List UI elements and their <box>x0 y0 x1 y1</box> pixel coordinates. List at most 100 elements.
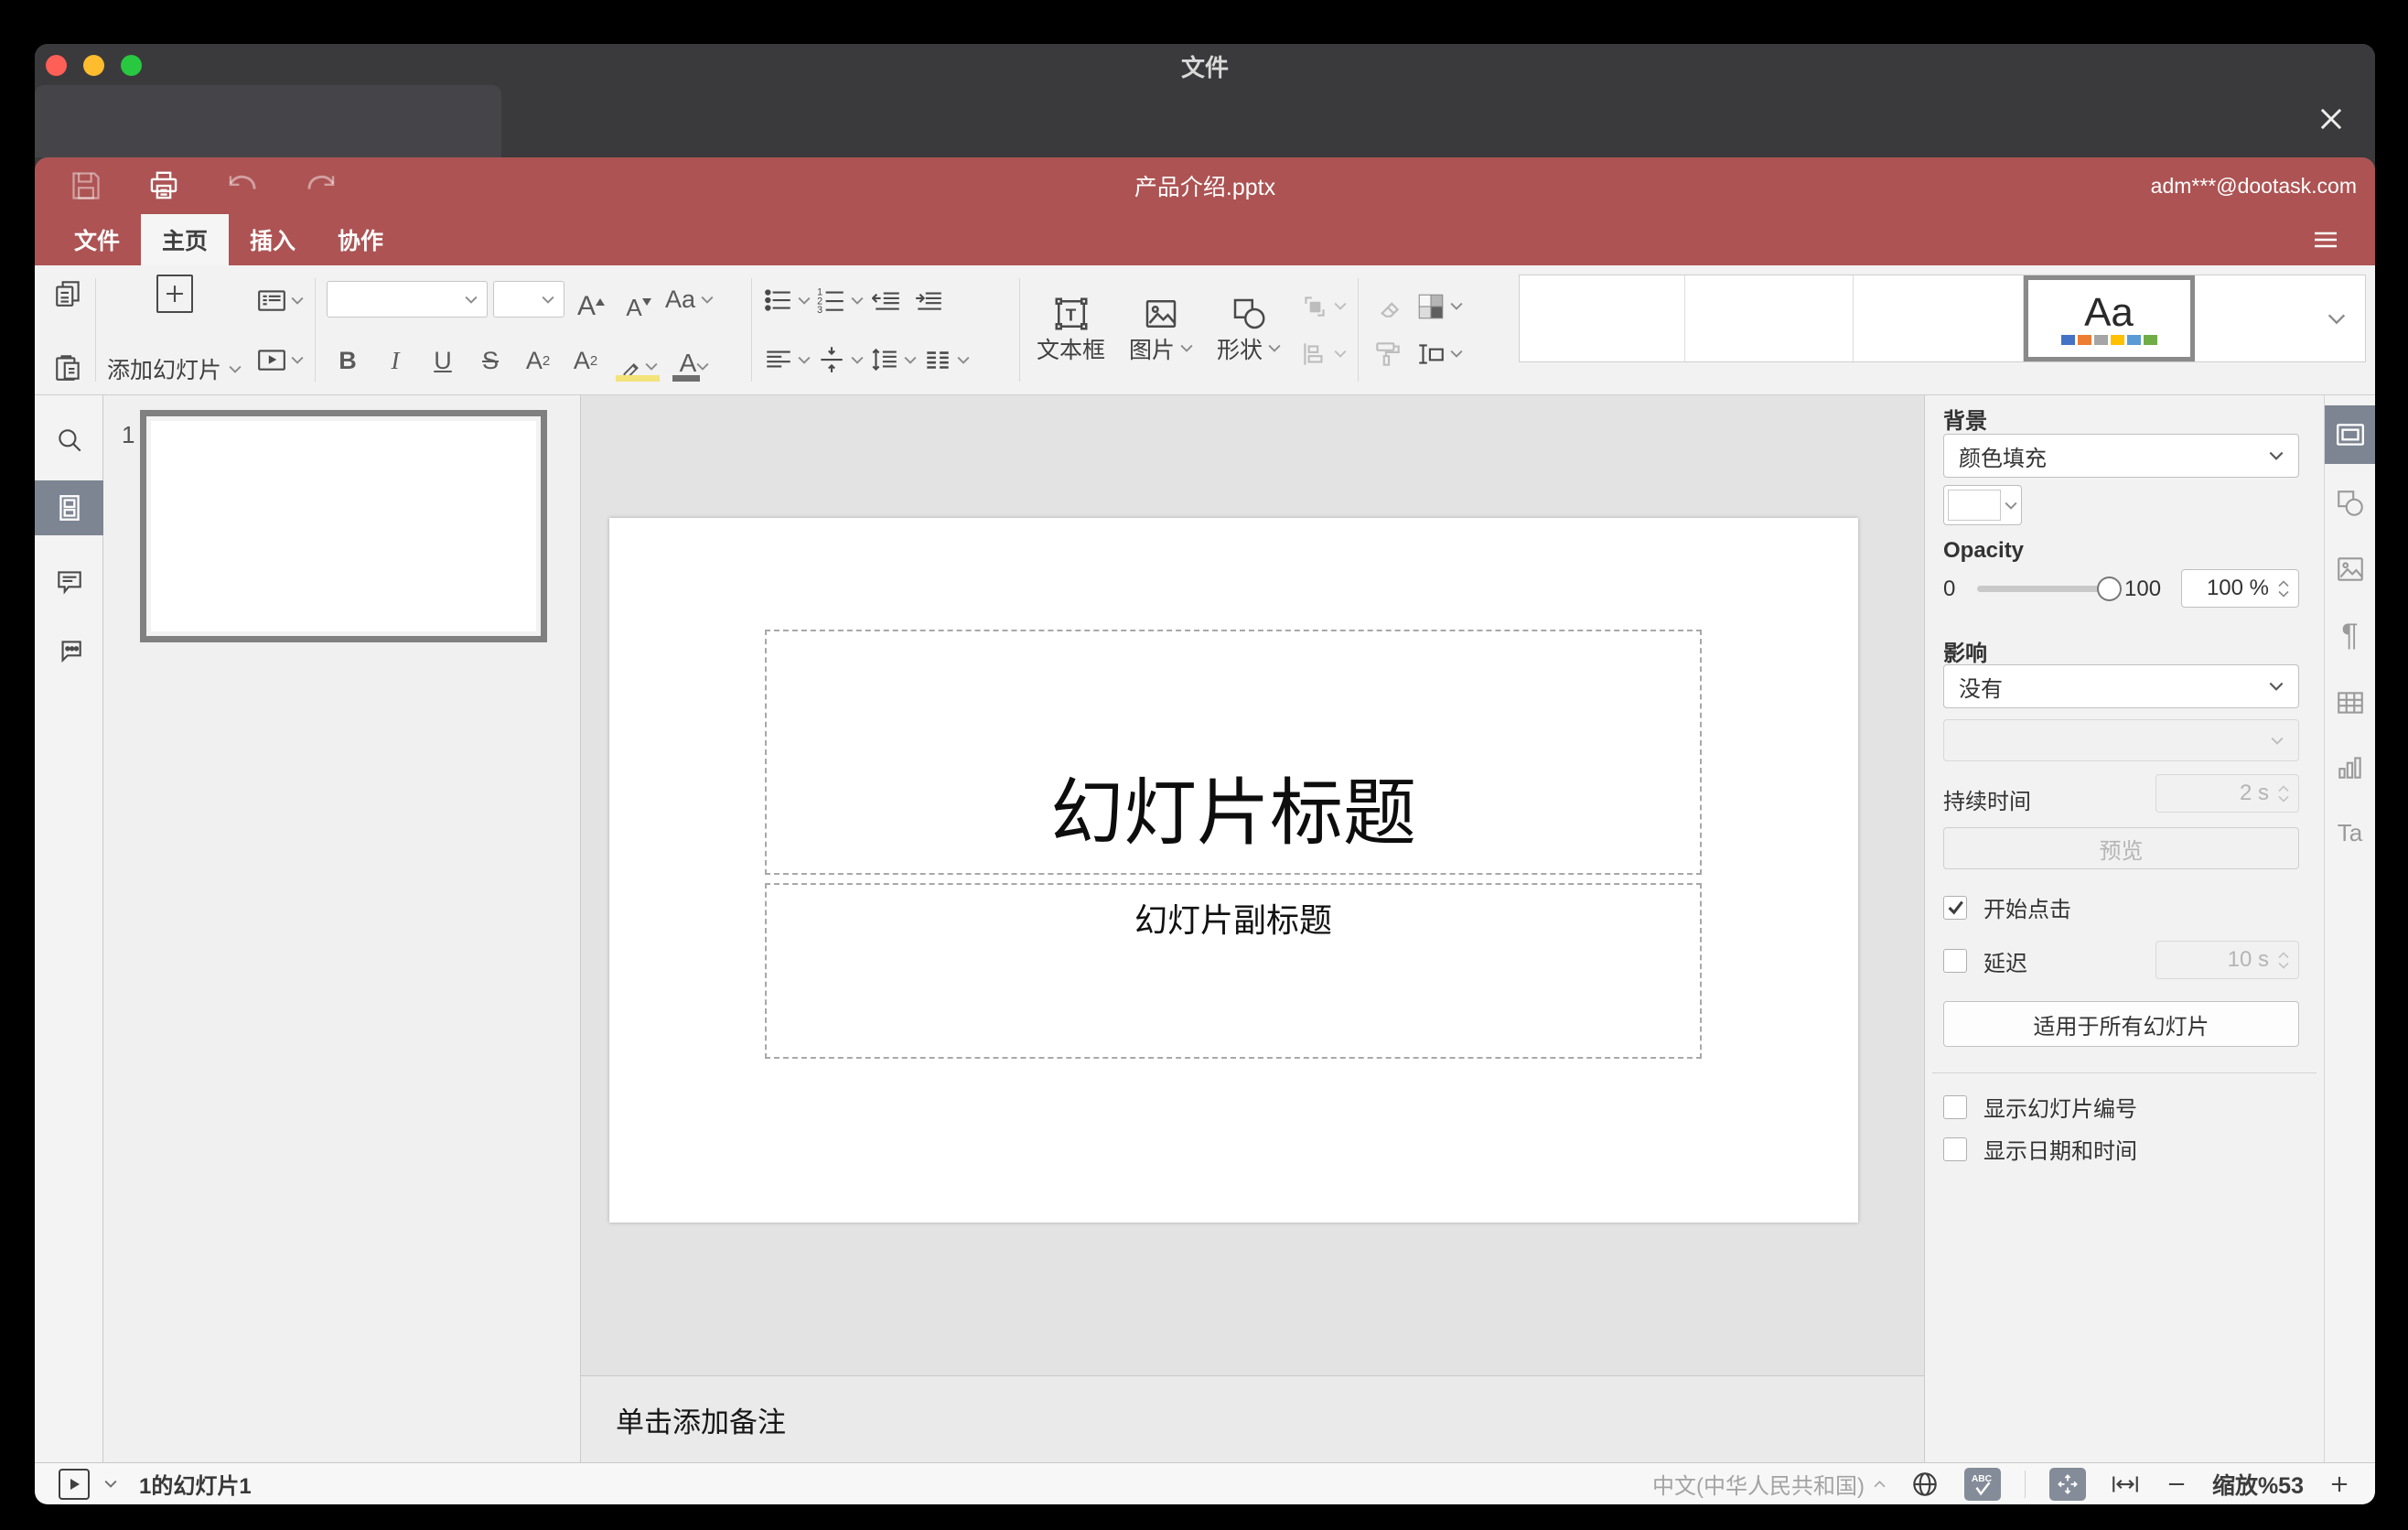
tab-insert[interactable]: 插入 <box>229 214 317 265</box>
ribbon-toolbar: 添加幻灯片 A A Aa B I U S A 2 A 2 A 1 2 3 T 文… <box>35 265 2375 395</box>
font-name-select[interactable] <box>327 281 489 318</box>
comments-icon[interactable] <box>35 566 103 598</box>
close-editor-icon[interactable] <box>2313 101 2349 137</box>
tab-file[interactable]: 文件 <box>53 214 141 265</box>
paragraph-settings-icon[interactable]: ¶ <box>2325 617 2375 653</box>
language-selector[interactable]: 中文(中华人民共和国) <box>1652 1468 1886 1500</box>
change-case-button[interactable]: Aa <box>665 276 714 322</box>
hamburger-menu-icon[interactable] <box>2311 225 2340 254</box>
subtitle-placeholder[interactable]: 幻灯片副标题 <box>765 883 1702 1059</box>
increase-font-size-button[interactable]: A <box>570 276 612 322</box>
tab-collaboration[interactable]: 协作 <box>317 214 404 265</box>
theme-option[interactable] <box>2195 275 2307 361</box>
slide-layout-button[interactable] <box>256 276 304 324</box>
bullet-list-button[interactable] <box>763 276 811 324</box>
svg-text:3: 3 <box>817 305 822 316</box>
arrange-shape-button[interactable] <box>1299 283 1347 330</box>
start-slideshow-button[interactable] <box>256 336 304 383</box>
opacity-slider-knob[interactable] <box>2097 576 2122 601</box>
vertical-align-button[interactable] <box>816 336 864 383</box>
duration-label: 持续时间 <box>1943 790 2031 814</box>
slide-settings-panel: 背景 颜色填充 Opacity 0 100 100 % 影响 没有 持续时间 2… <box>1924 395 2324 1462</box>
theme-option-selected[interactable]: Aa <box>2024 275 2195 361</box>
show-slide-number-checkbox[interactable] <box>1943 1094 1967 1119</box>
slides-icon <box>35 480 103 535</box>
chat-icon[interactable] <box>35 635 103 668</box>
fit-to-slide-icon[interactable] <box>2048 1467 2086 1501</box>
italic-button[interactable]: I <box>374 338 416 383</box>
add-slide-button[interactable]: 添加幻灯片 <box>107 273 242 387</box>
color-scheme-button[interactable] <box>1415 283 1463 330</box>
numbered-list-button[interactable]: 123 <box>816 276 864 324</box>
background-fill-select[interactable]: 颜色填充 <box>1943 434 2299 478</box>
font-color-button[interactable]: A <box>669 338 720 383</box>
align-shape-button[interactable] <box>1299 330 1347 378</box>
plus-icon[interactable] <box>156 275 193 313</box>
chart-settings-icon[interactable] <box>2325 749 2375 785</box>
decrease-font-size-button[interactable]: A <box>618 276 660 322</box>
slide-count-status: 1的幻灯片1 <box>139 1474 252 1499</box>
theme-option[interactable] <box>1854 275 2024 361</box>
zoom-in-icon[interactable] <box>2327 1472 2351 1496</box>
insert-shape-button[interactable]: 形状 <box>1211 294 1286 367</box>
theme-gallery: Aa <box>1519 275 2366 362</box>
start-on-click-label: 开始点击 <box>1983 898 2071 922</box>
image-settings-icon[interactable] <box>2325 551 2375 587</box>
background-color-picker[interactable] <box>1943 485 2022 525</box>
window-title: 文件 <box>1180 53 1229 81</box>
spellcheck-icon[interactable]: ABC <box>1963 1467 2001 1501</box>
line-spacing-button[interactable] <box>869 336 917 383</box>
slide-surface[interactable]: 幻灯片标题 幻灯片副标题 <box>609 518 1858 1223</box>
slides-panel-tab-selected[interactable] <box>35 480 103 535</box>
titlebar: 文件 <box>35 44 2375 157</box>
start-on-click-checkbox[interactable] <box>1943 895 1967 920</box>
fit-to-width-icon[interactable] <box>2110 1469 2141 1500</box>
table-settings-icon[interactable] <box>2325 684 2375 721</box>
underline-button[interactable]: U <box>422 338 464 383</box>
opacity-value-spinner[interactable]: 100 % <box>2181 569 2299 608</box>
font-size-select[interactable] <box>493 281 565 318</box>
document-title: 产品介绍.pptx <box>1134 175 1276 200</box>
opacity-min-label: 0 <box>1943 576 1956 601</box>
decrease-indent-button[interactable] <box>869 276 906 324</box>
effect-type-select <box>1943 719 2299 761</box>
textart-settings-icon[interactable]: Ta <box>2325 814 2375 851</box>
highlight-color-button[interactable] <box>612 338 663 383</box>
superscript-button[interactable]: A2 <box>517 338 559 383</box>
start-slideshow-status-icon[interactable] <box>59 1468 90 1500</box>
eraser-icon[interactable] <box>1370 283 1406 330</box>
zoom-out-icon[interactable] <box>2165 1472 2188 1496</box>
subscript-button[interactable]: A2 <box>564 338 607 383</box>
notes-placeholder-text: 单击添加备注 <box>616 1406 786 1438</box>
apply-to-all-slides-button[interactable]: 适用于所有幻灯片 <box>1943 1001 2299 1047</box>
paste-icon[interactable] <box>53 352 84 383</box>
textbox-button[interactable]: T 文本框 <box>1031 294 1111 367</box>
slide-size-button[interactable] <box>1415 330 1463 378</box>
slide-thumbnail-selected[interactable] <box>140 410 547 642</box>
slide-settings-tab-selected[interactable] <box>2325 405 2375 464</box>
show-date-time-checkbox[interactable] <box>1943 1137 1967 1161</box>
insert-image-button[interactable]: 图片 <box>1123 294 1199 367</box>
theme-option[interactable] <box>1520 275 1685 361</box>
horizontal-align-button[interactable] <box>763 336 811 383</box>
show-slide-number-label: 显示幻灯片编号 <box>1983 1097 2137 1122</box>
effect-select[interactable]: 没有 <box>1943 664 2299 708</box>
svg-text:T: T <box>1065 305 1076 324</box>
increase-indent-button[interactable] <box>911 276 948 324</box>
opacity-slider-track[interactable] <box>1977 586 2105 592</box>
shape-settings-icon[interactable] <box>2325 485 2375 522</box>
paint-roller-icon[interactable] <box>1370 330 1406 378</box>
copy-icon[interactable] <box>53 278 84 309</box>
strikethrough-button[interactable]: S <box>469 338 511 383</box>
title-placeholder[interactable]: 幻灯片标题 <box>765 630 1702 875</box>
theme-option[interactable] <box>1685 275 1854 361</box>
notes-area[interactable]: 单击添加备注 <box>581 1375 1924 1462</box>
columns-button[interactable] <box>922 336 970 383</box>
theme-gallery-expand-icon[interactable] <box>2307 275 2365 361</box>
globe-icon[interactable] <box>1909 1469 1940 1500</box>
tab-home[interactable]: 主页 <box>141 214 229 265</box>
delay-checkbox[interactable] <box>1943 949 1967 973</box>
search-icon[interactable] <box>35 425 103 458</box>
bold-button[interactable]: B <box>327 338 369 383</box>
effect-section-label: 影响 <box>1943 641 1987 666</box>
